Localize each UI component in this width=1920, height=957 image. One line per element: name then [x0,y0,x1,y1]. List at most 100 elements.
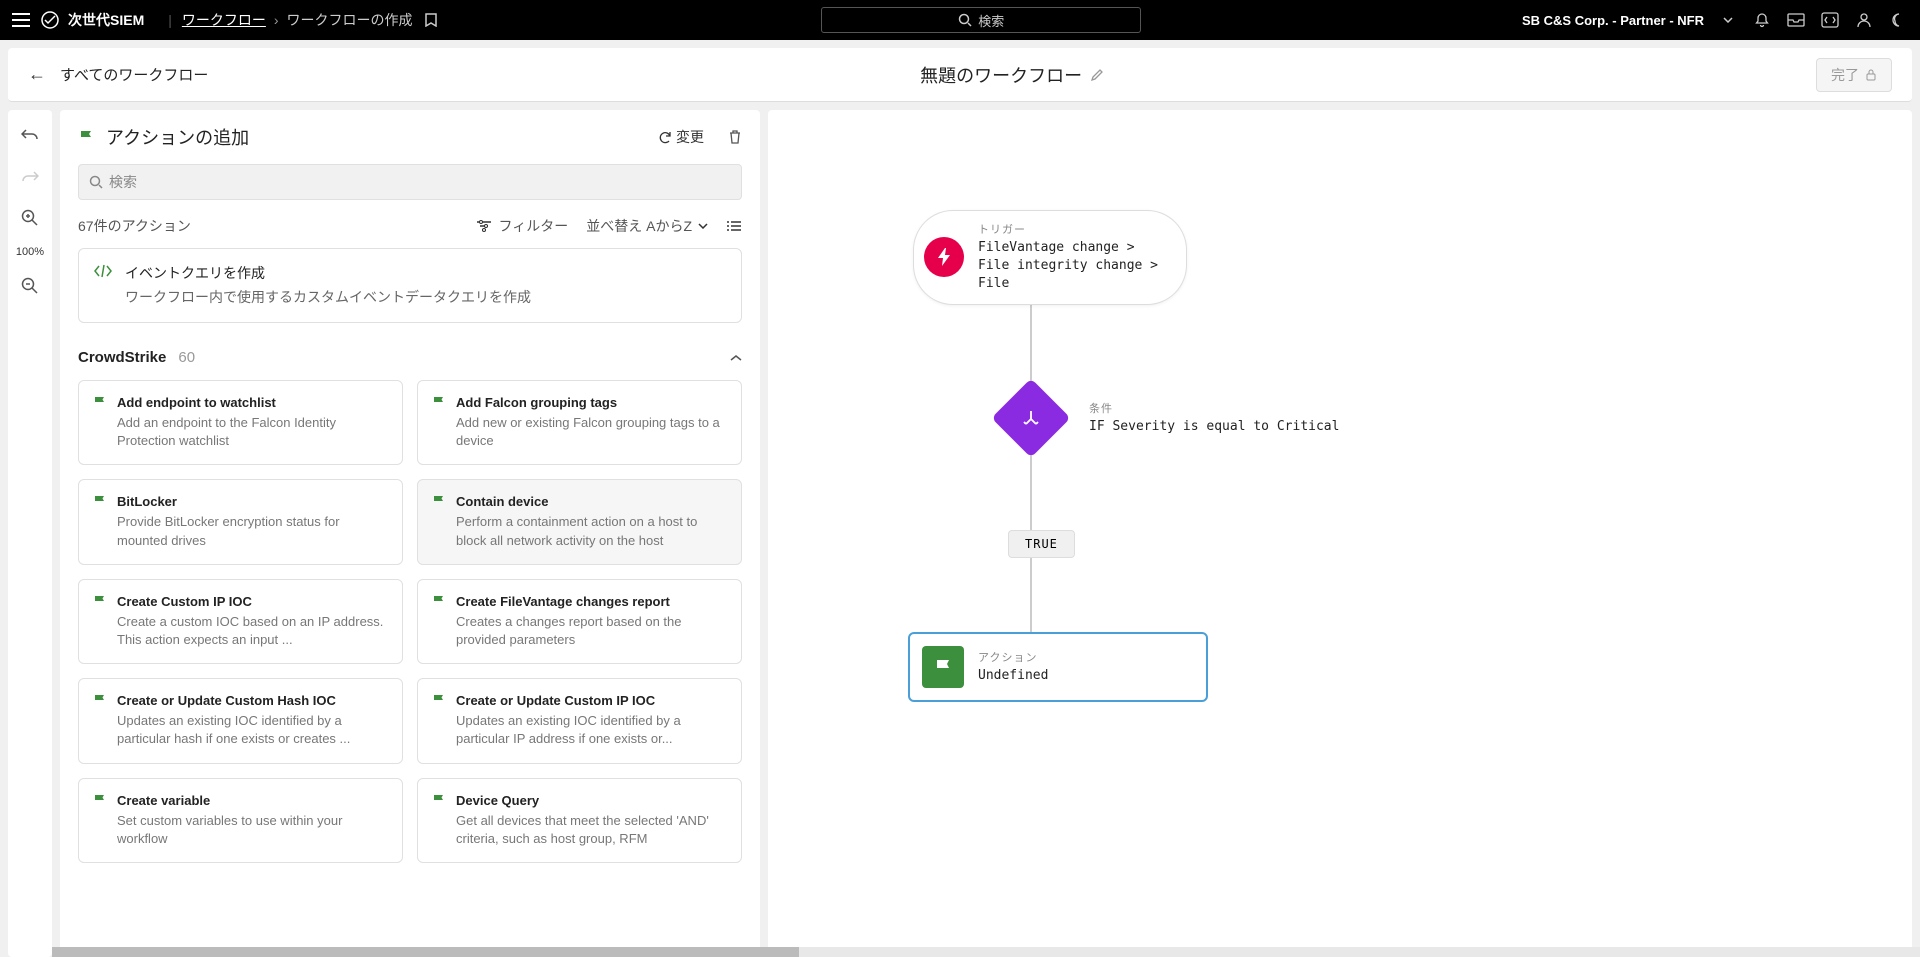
change-button[interactable]: 変更 [658,127,704,147]
event-card-title: イベントクエリを作成 [125,263,531,283]
group-header[interactable]: CrowdStrike 60 [78,341,742,380]
zoom-in-button[interactable] [16,204,44,232]
topbar: 次世代SIEM | ワークフロー › ワークフローの作成 検索 SB C&S C… [0,0,1920,40]
moon-icon[interactable] [1888,10,1908,30]
action-card[interactable]: BitLockerProvide BitLocker encryption st… [78,479,403,564]
event-query-card[interactable]: イベントクエリを作成 ワークフロー内で使用するカスタムイベントデータクエリを作成 [78,248,742,323]
subheader: ← すべてのワークフロー 無題のワークフロー 完了 [8,48,1912,102]
action-title: Create Custom IP IOC [117,594,388,609]
flag-icon [93,494,107,549]
panel-search-placeholder: 検索 [109,172,137,192]
workflow-canvas[interactable]: トリガー FileVantage change > File integrity… [768,110,1912,957]
trigger-node[interactable]: トリガー FileVantage change > File integrity… [913,210,1187,305]
action-card[interactable]: Create or Update Custom IP IOC Updates an… [417,678,742,763]
logo-icon [40,10,60,30]
global-search[interactable]: 検索 [821,7,1141,33]
breadcrumb-divider: › [274,12,279,28]
action-panel: アクションの追加 変更 検索 67件のアクション フィルター 並べ替え AからZ [60,110,760,957]
action-desc: Add an endpoint to the Falcon Identity P… [117,414,388,450]
edge [1030,446,1032,530]
page-title: 無題のワークフロー [920,62,1082,88]
action-title: Add endpoint to watchlist [117,395,388,410]
action-card[interactable]: Create variable Set custom variables to u… [78,778,403,863]
menu-icon[interactable] [12,13,30,27]
action-title: Device Query [456,793,727,808]
condition-text: IF Severity is equal to Critical [1089,418,1339,436]
branch-icon [991,378,1070,457]
zoom-out-button[interactable] [16,272,44,300]
chevron-up-icon[interactable] [730,354,742,362]
panel-search-input[interactable]: 検索 [78,164,742,200]
bolt-icon [924,237,964,277]
code-icon [93,263,113,308]
brand-label: 次世代SIEM [68,10,144,30]
action-desc: Set custom variables to use within your … [117,812,388,848]
sort-button[interactable]: 並べ替え AからZ [586,216,708,236]
flag-icon [922,646,964,688]
filter-button[interactable]: フィルター [476,216,568,236]
view-toggle[interactable] [726,220,742,232]
redo-button[interactable] [16,162,44,190]
back-label[interactable]: すべてのワークフロー [60,64,208,85]
flag-icon [432,494,446,549]
group-count: 60 [178,349,195,366]
back-arrow-icon[interactable]: ← [28,64,46,85]
bell-icon[interactable] [1752,10,1772,30]
group-name: CrowdStrike [78,349,166,366]
action-count: 67件のアクション [78,216,458,236]
chevron-down-icon[interactable] [1718,10,1738,30]
done-button[interactable]: 完了 [1816,58,1892,92]
condition-label: 条件 [1089,400,1339,416]
action-card[interactable]: Add Falcon grouping tags Add new or exist… [417,380,742,465]
corp-label[interactable]: SB C&S Corp. - Partner - NFR [1522,13,1704,28]
event-card-desc: ワークフロー内で使用するカスタムイベントデータクエリを作成 [125,287,531,308]
panel-title: アクションの追加 [106,124,648,150]
action-card[interactable]: Create or Update Custom Hash IOC Updates … [78,678,403,763]
breadcrumb-create: ワークフローの作成 [287,10,413,30]
code-icon[interactable] [1820,10,1840,30]
action-card[interactable]: Contain device Perform a containment acti… [417,479,742,564]
flag-icon [93,395,107,450]
action-desc: Create a custom IOC based on an IP addre… [117,613,388,649]
trigger-text: FileVantage change > File integrity chan… [978,239,1158,294]
bookmark-icon[interactable] [421,10,441,30]
action-title: Contain device [456,494,727,509]
flag-icon [432,395,446,450]
horizontal-scrollbar[interactable] [52,947,1920,957]
action-desc: Provide BitLocker encryption status for … [117,513,388,549]
condition-node[interactable]: 条件 IF Severity is equal to Critical [1003,390,1339,446]
trigger-label: トリガー [978,221,1158,237]
search-placeholder: 検索 [978,11,1004,30]
flag-icon [432,594,446,649]
action-desc: Creates a changes report based on the pr… [456,613,727,649]
true-badge: TRUE [1008,530,1075,558]
action-title: Add Falcon grouping tags [456,395,727,410]
user-icon[interactable] [1854,10,1874,30]
action-desc: Add new or existing Falcon grouping tags… [456,414,727,450]
action-card[interactable]: Create FileVantage changes reportCreates… [417,579,742,664]
action-node[interactable]: アクション Undefined [908,632,1208,702]
delete-button[interactable] [728,129,742,145]
action-title: Create or Update Custom IP IOC [456,693,727,708]
flag-icon [432,693,446,748]
action-card[interactable]: Device Query Get all devices that meet th… [417,778,742,863]
action-desc: Get all devices that meet the selected '… [456,812,727,848]
flag-icon [78,128,96,146]
action-desc: Updates an existing IOC identified by a … [456,712,727,748]
scrollbar-thumb[interactable] [52,947,799,957]
edit-title-icon[interactable] [1090,68,1104,82]
flag-icon [93,594,107,649]
action-title: Create or Update Custom Hash IOC [117,693,388,708]
undo-button[interactable] [16,120,44,148]
action-card[interactable]: Add endpoint to watchlist Add an endpoint… [78,380,403,465]
toolstrip: 100% [8,110,52,957]
action-title: Create variable [117,793,388,808]
action-card[interactable]: Create Custom IP IOC Create a custom IOC … [78,579,403,664]
zoom-level: 100% [16,246,44,258]
inbox-icon[interactable] [1786,10,1806,30]
action-label: アクション [978,649,1048,665]
breadcrumb-workflow[interactable]: ワークフロー [182,10,266,30]
action-desc: Updates an existing IOC identified by a … [117,712,388,748]
edge [1030,558,1032,632]
action-desc: Perform a containment action on a host t… [456,513,727,549]
